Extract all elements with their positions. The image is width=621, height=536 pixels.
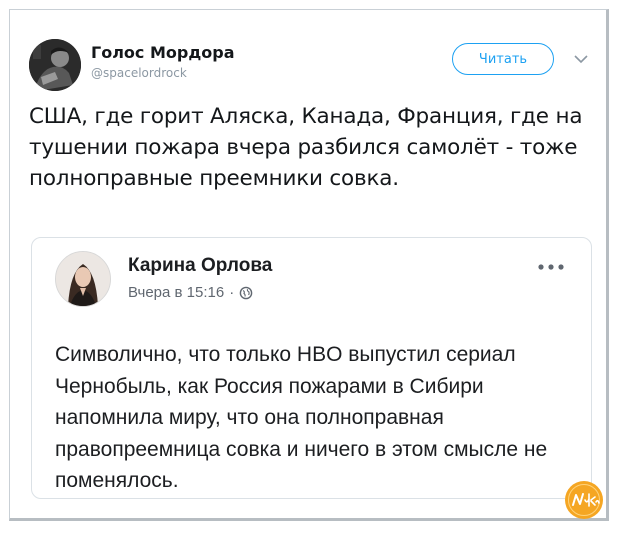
avatar-image <box>29 39 81 91</box>
chevron-down-icon[interactable] <box>574 54 588 64</box>
post-author-name[interactable]: Карина Орлова <box>128 255 272 277</box>
quoted-post[interactable]: Карина Орлова Вчера в 15:16 · Символично… <box>31 237 592 499</box>
post-timestamp[interactable]: Вчера в 15:16 <box>128 284 224 301</box>
follow-button[interactable]: Читать <box>452 43 554 75</box>
post-avatar[interactable] <box>55 251 111 307</box>
post-avatar-image <box>56 252 110 306</box>
tweet-text: США, где горит Аляска, Канада, Франция, … <box>29 104 583 191</box>
post-meta: Вчера в 15:16 · <box>128 284 253 301</box>
author-name[interactable]: Голос Мордора <box>91 43 234 62</box>
tweet-card: Голос Мордора @spacelordrock Читать США,… <box>9 9 609 521</box>
globe-icon <box>239 286 253 299</box>
meta-separator: · <box>229 284 235 301</box>
watermark-logo <box>565 481 603 519</box>
more-options-icon[interactable] <box>537 263 565 271</box>
author-handle[interactable]: @spacelordrock <box>91 66 187 80</box>
post-text: Символично, что только HBO выпустил сери… <box>55 343 548 492</box>
avatar[interactable] <box>29 39 81 91</box>
